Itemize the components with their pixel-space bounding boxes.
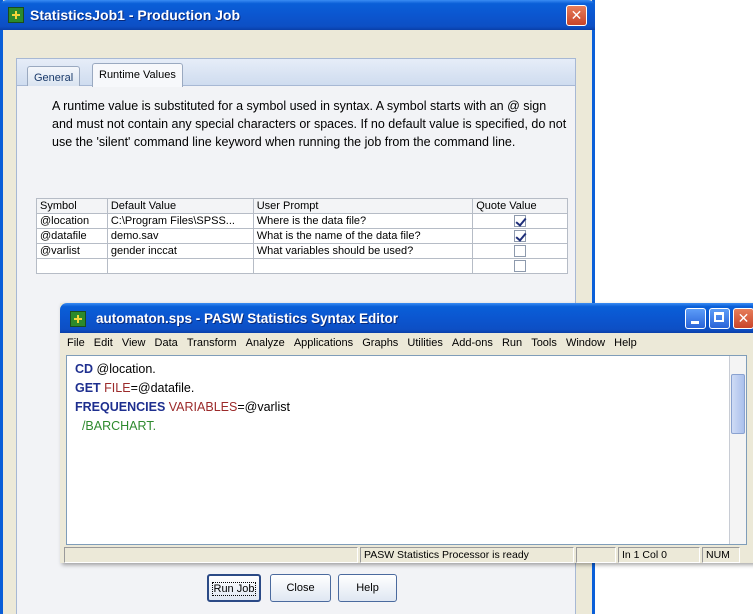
user-prompt-cell[interactable]: What is the name of the data file? <box>252 228 474 244</box>
menu-tools[interactable]: Tools <box>528 333 560 353</box>
column-header-symbol: Symbol <box>36 198 108 214</box>
menu-add-ons[interactable]: Add-ons <box>449 333 496 353</box>
code-line: GET FILE=@datafile. <box>75 379 194 397</box>
user-prompt-cell[interactable] <box>252 258 474 274</box>
menu-utilities[interactable]: Utilities <box>404 333 445 353</box>
status-position: In 1 Col 0 <box>618 547 700 563</box>
quote-value-cell <box>472 258 568 274</box>
default-value-cell[interactable] <box>106 258 254 274</box>
help-button[interactable]: Help <box>338 574 397 602</box>
user-prompt-cell[interactable]: Where is the data file? <box>252 213 474 229</box>
default-value-cell[interactable]: C:\Program Files\SPSS... <box>106 213 254 229</box>
editor-title-bar[interactable]: automaton.sps - PASW Statistics Syntax E… <box>60 303 753 333</box>
subcommand-variables: VARIABLES <box>165 400 238 414</box>
tab-general[interactable]: General <box>27 66 81 87</box>
table-row: @location C:\Program Files\SPSS... Where… <box>36 213 568 229</box>
checkbox-unchecked-icon[interactable] <box>514 245 527 258</box>
runtime-description: A runtime value is substituted for a sym… <box>52 99 567 149</box>
editor-menubar: File Edit View Data Transform Analyze Ap… <box>64 333 753 353</box>
menu-view[interactable]: View <box>119 333 149 353</box>
close-icon[interactable]: ✕ <box>733 308 753 329</box>
syntax-editor-window: automaton.sps - PASW Statistics Syntax E… <box>60 303 753 563</box>
editor-statusbar: PASW Statistics Processor is ready In 1 … <box>64 547 753 563</box>
code-text: =@varlist <box>237 400 290 414</box>
menu-file[interactable]: File <box>64 333 88 353</box>
menu-help[interactable]: Help <box>611 333 640 353</box>
symbol-cell[interactable]: @datafile <box>36 228 108 244</box>
menu-window[interactable]: Window <box>563 333 608 353</box>
code-text: @location. <box>93 362 156 376</box>
status-num: NUM <box>702 547 740 563</box>
maximize-icon[interactable] <box>709 308 730 329</box>
job-window-title: StatisticsJob1 - Production Job <box>30 7 241 23</box>
table-row: @varlist gender inccat What variables sh… <box>36 243 568 259</box>
menu-transform[interactable]: Transform <box>184 333 240 353</box>
menu-applications[interactable]: Applications <box>291 333 356 353</box>
job-title-bar[interactable]: StatisticsJob1 - Production Job ✕ <box>0 0 595 30</box>
scrollbar-thumb[interactable] <box>731 374 745 434</box>
table-row: @datafile demo.sav What is the name of t… <box>36 228 568 244</box>
vertical-scrollbar[interactable] <box>729 356 746 544</box>
menu-edit[interactable]: Edit <box>91 333 116 353</box>
run-job-button[interactable]: Run Job <box>207 574 261 602</box>
column-header-user-prompt: User Prompt <box>252 198 474 214</box>
menu-run[interactable]: Run <box>499 333 525 353</box>
status-processor: PASW Statistics Processor is ready <box>360 547 574 563</box>
quote-value-cell <box>472 243 568 259</box>
syntax-code-area[interactable]: CD @location. GET FILE=@datafile. FREQUE… <box>66 355 747 545</box>
status-cell-empty <box>576 547 616 563</box>
menu-analyze[interactable]: Analyze <box>243 333 288 353</box>
app-icon <box>8 7 24 23</box>
symbol-cell[interactable]: @varlist <box>36 243 108 259</box>
keyword-get: GET <box>75 381 101 395</box>
editor-window-title: automaton.sps - PASW Statistics Syntax E… <box>96 311 399 326</box>
runtime-values-table: Symbol Default Value User Prompt Quote V… <box>36 198 568 274</box>
status-cell-empty <box>64 547 358 563</box>
column-header-quote-value: Quote Value <box>472 198 568 214</box>
menu-graphs[interactable]: Graphs <box>359 333 401 353</box>
code-line: CD @location. <box>75 360 156 378</box>
quote-value-cell <box>472 228 568 244</box>
default-value-cell[interactable]: demo.sav <box>106 228 254 244</box>
symbol-cell[interactable]: @location <box>36 213 108 229</box>
column-header-default-value: Default Value <box>106 198 254 214</box>
run-job-label: Run Job <box>211 582 257 596</box>
checkbox-checked-icon[interactable] <box>514 215 527 228</box>
checkbox-unchecked-icon[interactable] <box>514 260 527 273</box>
menu-data[interactable]: Data <box>152 333 181 353</box>
close-icon[interactable]: ✕ <box>566 5 587 26</box>
quote-value-cell <box>472 213 568 229</box>
table-header-row: Symbol Default Value User Prompt Quote V… <box>36 198 568 214</box>
subcommand-file: FILE <box>100 381 131 395</box>
code-line-barchart: /BARCHART. <box>75 419 157 433</box>
close-button[interactable]: Close <box>270 574 331 602</box>
keyword-cd: CD <box>75 362 94 376</box>
minimize-icon[interactable] <box>685 308 706 329</box>
code-text: =@datafile. <box>130 381 195 395</box>
default-value-cell[interactable]: gender inccat <box>106 243 254 259</box>
keyword-frequencies: FREQUENCIES <box>75 400 166 414</box>
checkbox-checked-icon[interactable] <box>514 230 527 243</box>
tab-runtime-values[interactable]: Runtime Values <box>92 63 183 87</box>
app-icon <box>70 311 86 327</box>
user-prompt-cell[interactable]: What variables should be used? <box>252 243 474 259</box>
symbol-cell[interactable] <box>36 258 108 274</box>
code-line: FREQUENCIES VARIABLES=@varlist <box>75 398 290 416</box>
table-row <box>36 258 568 274</box>
